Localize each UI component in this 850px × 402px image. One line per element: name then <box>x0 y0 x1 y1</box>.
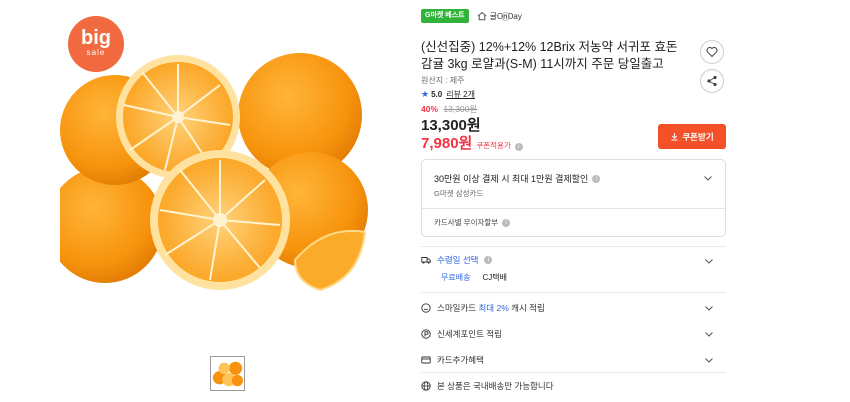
product-gallery: big sale <box>60 10 370 400</box>
smile-icon <box>421 303 431 313</box>
home-icon <box>477 11 486 21</box>
product-title: (신선집중) 12%+12% 12Brix 저농약 서귀포 효돈 감귤 3kg … <box>421 40 678 71</box>
delivery-section: 수령일 선택 i 무료배송 CJ택배 <box>421 254 726 283</box>
point-icon <box>421 329 431 339</box>
heart-icon <box>706 47 718 58</box>
free-shipping-label: 무료배송 <box>441 273 471 282</box>
chevron-down-icon[interactable] <box>704 256 714 266</box>
chevron-down-icon[interactable] <box>704 355 714 365</box>
share-icon <box>707 75 717 87</box>
card-benefit-title-row: 30만원 이상 결제 시 최대 1만원 결제할인 i <box>434 172 601 185</box>
original-price: 13,300원 <box>443 104 478 114</box>
delivery-date-select[interactable]: 수령일 선택 <box>437 254 478 266</box>
card-name: G마켓 삼성카드 <box>434 189 484 198</box>
share-button[interactable] <box>700 69 724 93</box>
big-sale-big: big <box>81 27 111 49</box>
divider <box>421 372 726 373</box>
installment-text: 카드사별 무이자할부 <box>434 218 499 227</box>
product-thumbnail[interactable] <box>210 356 245 391</box>
shinsegae-point-row[interactable]: 신세계포인트 적립 <box>421 327 726 341</box>
domestic-shipping-text: 본 상품은 국내배송만 가능합니다 <box>437 381 554 391</box>
delivery-options: 무료배송 CJ택배 <box>441 272 726 283</box>
card-benefit-box[interactable]: 30만원 이상 결제 시 최대 1만원 결제할인 i G마켓 삼성카드 카드사별… <box>421 159 726 237</box>
star-icon: ★ <box>421 89 430 99</box>
rating-row: ★ 5.0 리뷰 2개 <box>421 89 475 100</box>
smile-card-post: 캐시 적립 <box>508 303 545 313</box>
card-benefit-title: 30만원 이상 결제 시 최대 1만원 결제할인 <box>434 174 589 184</box>
domestic-shipping-row: 본 상품은 국내배송만 가능합니다 <box>421 379 726 393</box>
carrier-label: CJ택배 <box>482 273 507 282</box>
shop-link[interactable]: 귤OnDay › <box>477 11 522 22</box>
coupon-price-row: 7,980원 쿠폰적용가 i <box>421 132 523 153</box>
wishlist-button[interactable] <box>700 40 724 64</box>
discount-percent: 40% <box>421 104 439 114</box>
rating-score: 5.0 <box>431 90 443 99</box>
coupon-price: 7,980원 <box>421 135 473 152</box>
coupon-download-button[interactable]: 쿠폰받기 <box>658 124 726 149</box>
best-badge: G마켓 베스트 <box>421 9 469 23</box>
product-info: G마켓 베스트 귤OnDay › (신선집중) 12%+12% 12Brix 저… <box>421 0 726 402</box>
info-icon[interactable]: i <box>514 143 523 151</box>
card-extra-benefit-text: 카드추가혜택 <box>437 355 484 365</box>
review-link[interactable]: 리뷰 2개 <box>446 89 475 100</box>
chevron-down-icon[interactable] <box>703 173 713 183</box>
installment-row: 카드사별 무이자할부 i <box>434 217 511 228</box>
smile-card-highlight: 최대 2% <box>478 303 509 313</box>
chevron-right-icon: › <box>500 11 510 21</box>
truck-icon <box>421 257 431 264</box>
info-icon[interactable]: i <box>484 256 493 264</box>
chevron-down-icon[interactable] <box>704 303 714 313</box>
coupon-button-label: 쿠폰받기 <box>682 131 714 142</box>
smile-card-row[interactable]: 스마일카드 최대 2% 캐시 적립 <box>421 301 726 315</box>
big-sale-badge: big sale <box>68 16 124 72</box>
smile-card-text: 스마일카드 최대 2% 캐시 적립 <box>437 302 545 314</box>
delivery-head[interactable]: 수령일 선택 i <box>421 254 726 266</box>
badge-row: G마켓 베스트 귤OnDay › <box>421 9 522 23</box>
download-icon <box>671 133 678 141</box>
origin-text: 원산지 : 제주 <box>421 76 465 85</box>
smile-card-pre: 스마일카드 <box>437 303 479 313</box>
coupon-price-label: 쿠폰적용가 <box>476 141 511 150</box>
info-icon[interactable]: i <box>502 218 511 227</box>
shinsegae-point-text: 신세계포인트 적립 <box>437 329 502 339</box>
globe-icon <box>421 381 431 391</box>
divider <box>421 246 726 247</box>
chevron-down-icon[interactable] <box>704 329 714 339</box>
divider <box>421 292 726 293</box>
big-sale-sale: sale <box>86 48 106 57</box>
divider <box>422 208 725 209</box>
credit-card-icon <box>421 356 431 364</box>
card-extra-benefit-row[interactable]: 카드추가혜택 <box>421 353 726 367</box>
info-icon[interactable]: i <box>592 174 601 183</box>
